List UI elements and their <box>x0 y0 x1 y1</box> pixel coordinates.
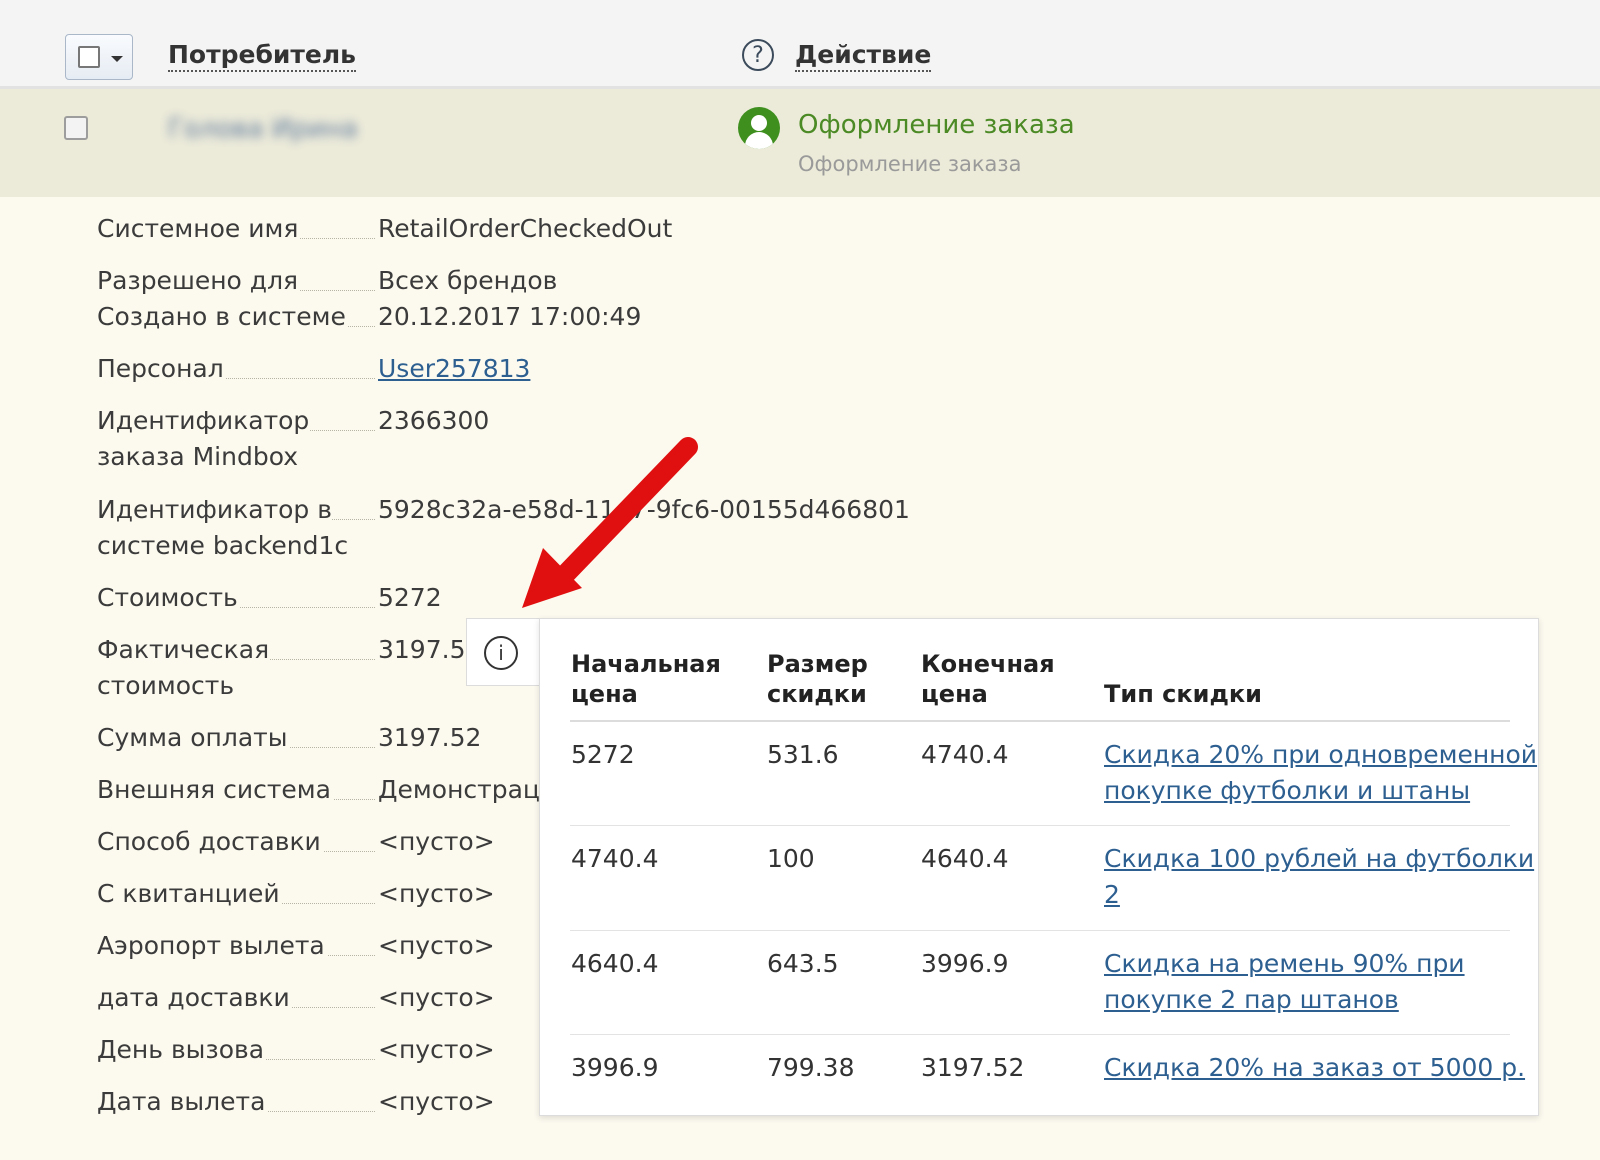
detail-label: С квитанцией <box>97 879 282 908</box>
detail-value: <пусто> <box>378 827 495 856</box>
detail-label: Идентификатор в системе backend1c <box>97 495 351 560</box>
detail-label: Системное имя <box>97 214 301 243</box>
detail-value: RetailOrderCheckedOut <box>378 214 673 243</box>
detail-label: Персонал <box>97 354 226 383</box>
detail-label: Сумма оплаты <box>97 723 290 752</box>
cell-discount-amount: 799.38 <box>767 1053 855 1082</box>
user-icon <box>738 107 780 149</box>
detail-label: Фактическая стоимость <box>97 635 270 700</box>
detail-value: 20.12.2017 17:00:49 <box>378 302 642 331</box>
cell-start-price: 5272 <box>571 740 635 769</box>
action-subtitle: Оформление заказа <box>798 152 1022 176</box>
discount-type-link[interactable]: Скидка 20% на заказ от 5000 р. <box>1104 1050 1525 1086</box>
discount-info-tab[interactable]: i <box>466 618 540 686</box>
staff-user-link[interactable]: User257813 <box>378 351 530 387</box>
select-all-checkbox[interactable] <box>78 46 100 68</box>
table-header: Потребитель ? Действие <box>0 0 1600 89</box>
detail-value: <пусто> <box>378 1035 495 1064</box>
cell-final-price: 3197.52 <box>921 1053 1025 1082</box>
detail-value: <пусто> <box>378 879 495 908</box>
detail-label: Внешняя система <box>97 775 333 804</box>
detail-value: 5272 <box>378 583 442 612</box>
header-final-price: Конечная цена <box>921 650 1055 708</box>
detail-value: 3197.52 <box>378 723 482 752</box>
cell-start-price: 3996.9 <box>571 1053 659 1082</box>
detail-label: Аэропорт вылета <box>97 931 327 960</box>
detail-label: Создано в системе <box>97 302 348 331</box>
row-checkbox[interactable] <box>64 116 88 140</box>
arrow-head <box>522 548 582 608</box>
detail-value: <пусто> <box>378 983 495 1012</box>
discount-type-link[interactable]: Скидка на ремень 90% при покупке 2 пар ш… <box>1104 946 1465 1018</box>
discount-type-link[interactable]: Скидка 20% при одновременной покупке фут… <box>1104 737 1537 809</box>
header-discount-type: Тип скидки <box>1104 680 1262 708</box>
cell-final-price: 3996.9 <box>921 949 1009 978</box>
cell-discount-amount: 100 <box>767 844 815 873</box>
consumer-name-link[interactable]: Голова Ирина <box>168 114 358 144</box>
detail-value: <пусто> <box>378 1087 495 1116</box>
cell-final-price: 4640.4 <box>921 844 1009 873</box>
discounts-popup: Начальная цена Размер скидки Конечная це… <box>539 618 1539 1116</box>
cell-start-price: 4740.4 <box>571 844 659 873</box>
detail-label: Разрешено для <box>97 266 301 295</box>
info-icon[interactable]: i <box>484 636 518 670</box>
detail-label: Идентификатор заказа Mindbox <box>97 406 310 471</box>
cell-discount-amount: 643.5 <box>767 949 839 978</box>
detail-label: Дата вылета <box>97 1087 268 1116</box>
detail-label: дата доставки <box>97 983 292 1012</box>
detail-label: Стоимость <box>97 583 240 612</box>
action-title: Оформление заказа <box>798 110 1075 140</box>
select-all-dropdown[interactable] <box>65 34 133 80</box>
cell-discount-amount: 531.6 <box>767 740 839 769</box>
cell-final-price: 4740.4 <box>921 740 1009 769</box>
detail-value: 2366300 <box>378 406 490 435</box>
detail-value: <пусто> <box>378 931 495 960</box>
detail-value: Всех брендов <box>378 266 558 295</box>
help-icon[interactable]: ? <box>742 39 774 71</box>
header-discount-amount: Размер скидки <box>767 650 868 708</box>
column-consumer[interactable]: Потребитель <box>168 40 356 72</box>
detail-label: Способ доставки <box>97 827 323 856</box>
header-start-price: Начальная цена <box>571 650 721 708</box>
discount-type-link[interactable]: Скидка 100 рублей на футболки 2 <box>1104 841 1534 913</box>
caret-down-icon[interactable] <box>111 56 123 62</box>
column-action[interactable]: Действие <box>795 40 932 72</box>
detail-value: 5928c32a-e58d-11e7-9fc6-00155d466801 <box>378 495 910 524</box>
detail-label: День вызова <box>97 1035 267 1064</box>
cell-start-price: 4640.4 <box>571 949 659 978</box>
